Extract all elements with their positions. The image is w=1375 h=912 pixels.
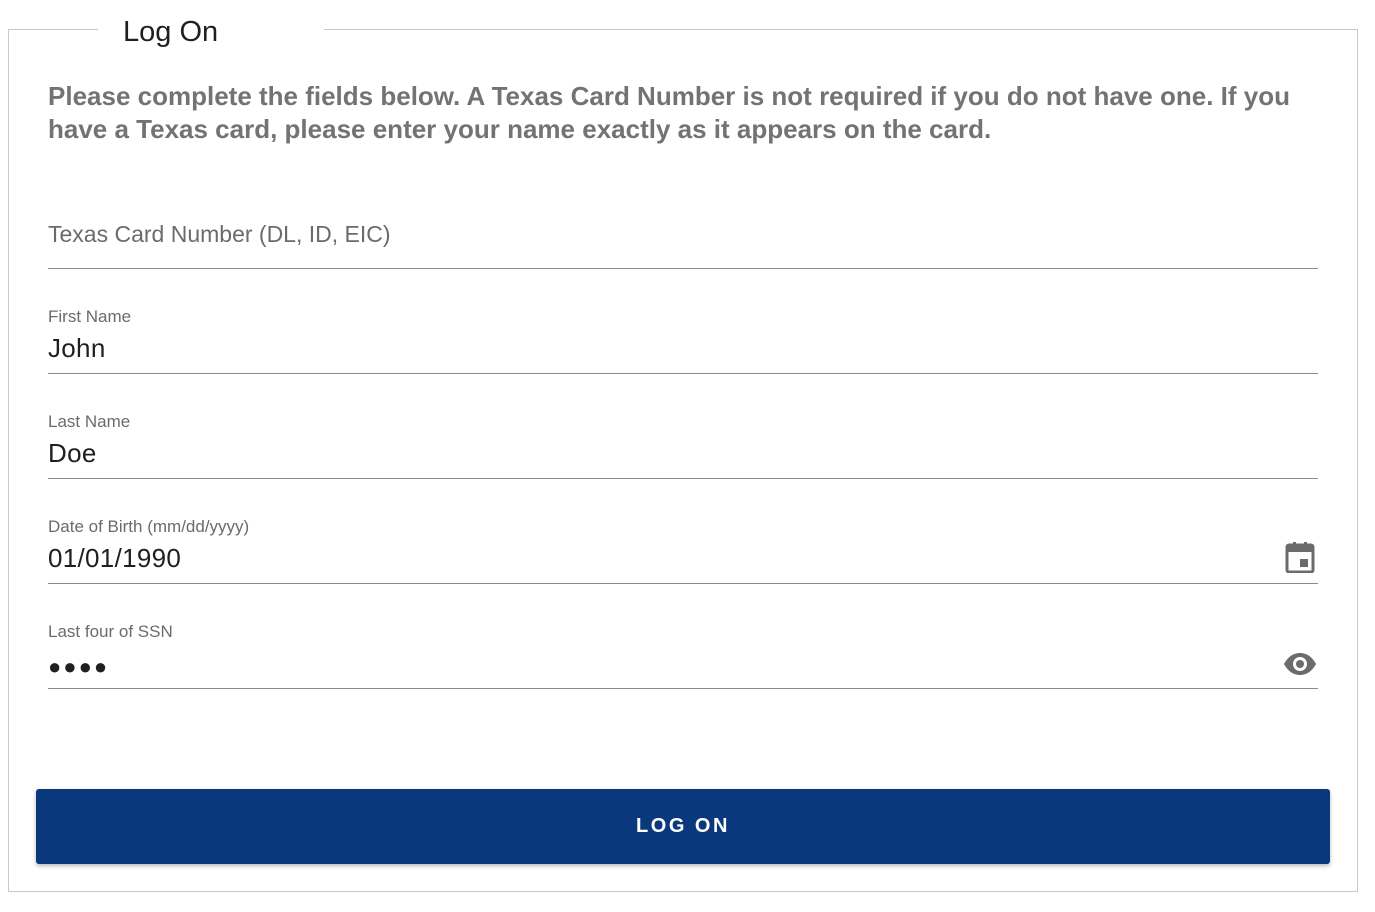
- eye-icon[interactable]: [1282, 647, 1318, 681]
- last-name-value: Doe: [48, 438, 97, 468]
- first-name-label: First Name: [48, 307, 132, 326]
- card-number-placeholder: Texas Card Number (DL, ID, EIC): [48, 221, 391, 247]
- dob-field[interactable]: Date of Birth (mm/dd/yyyy) 01/01/1990: [48, 504, 1318, 584]
- first-name-field[interactable]: First Name John: [48, 294, 1318, 374]
- first-name-value: John: [48, 333, 106, 363]
- instructions-text: Please complete the fields below. A Texa…: [48, 81, 1290, 144]
- last-name-field[interactable]: Last Name Doe: [48, 399, 1318, 479]
- ssn-label: Last four of SSN: [48, 622, 173, 641]
- card-number-field[interactable]: Texas Card Number (DL, ID, EIC): [48, 189, 1318, 269]
- ssn-value: ●●●●: [48, 654, 110, 679]
- form-legend: Log On: [98, 10, 324, 50]
- dob-value: 01/01/1990: [48, 543, 182, 573]
- ssn-field[interactable]: Last four of SSN ●●●●: [48, 609, 1318, 689]
- logon-button[interactable]: LOG ON: [36, 789, 1330, 864]
- last-name-label: Last Name: [48, 412, 131, 431]
- dob-label: Date of Birth (mm/dd/yyyy): [48, 517, 250, 536]
- calendar-icon[interactable]: [1282, 540, 1318, 574]
